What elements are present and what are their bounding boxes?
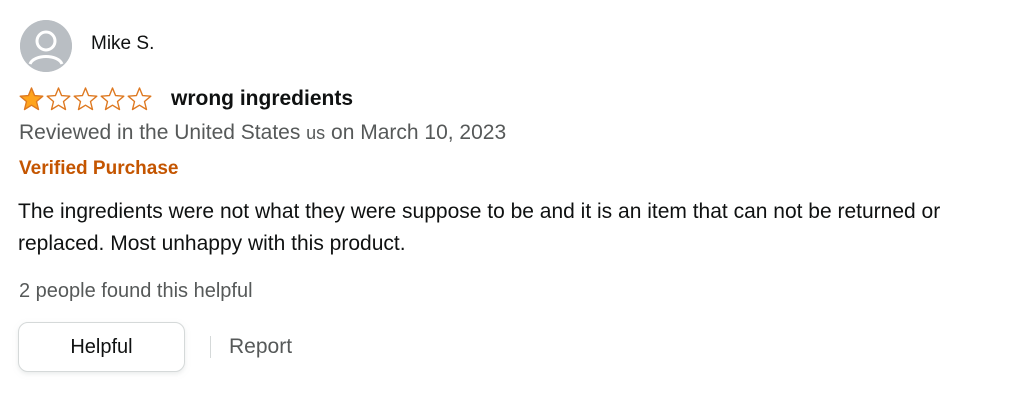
star-empty-icon — [46, 87, 71, 111]
review-title[interactable]: wrong ingredients — [171, 87, 353, 111]
review-body: The ingredients were not what they were … — [18, 200, 941, 255]
divider — [210, 336, 211, 358]
star-empty-icon — [100, 87, 125, 111]
review-date-prefix: Reviewed in the United States — [19, 121, 307, 144]
reviewer-profile[interactable]: Mike S. — [20, 20, 154, 72]
star-empty-icon — [73, 87, 98, 111]
star-rating[interactable] — [18, 86, 153, 112]
rating-row: wrong ingredients — [18, 86, 353, 112]
country-code: us — [306, 123, 326, 143]
report-link[interactable]: Report — [229, 335, 292, 359]
star-filled-icon — [19, 87, 44, 111]
helpful-count: 2 people found this helpful — [19, 280, 253, 302]
star-empty-icon — [127, 87, 152, 111]
review-date-suffix: on March 10, 2023 — [325, 121, 507, 144]
user-avatar-icon — [20, 20, 72, 72]
review-date: Reviewed in the United States us on Marc… — [19, 121, 506, 145]
review-actions: Helpful Report — [18, 322, 292, 372]
helpful-button[interactable]: Helpful — [18, 322, 185, 372]
avatar — [20, 20, 72, 72]
verified-purchase-badge: Verified Purchase — [19, 158, 179, 179]
reviewer-name[interactable]: Mike S. — [91, 33, 154, 55]
customer-review: Mike S. wrong ingredients Reviewed in th… — [0, 0, 1024, 400]
